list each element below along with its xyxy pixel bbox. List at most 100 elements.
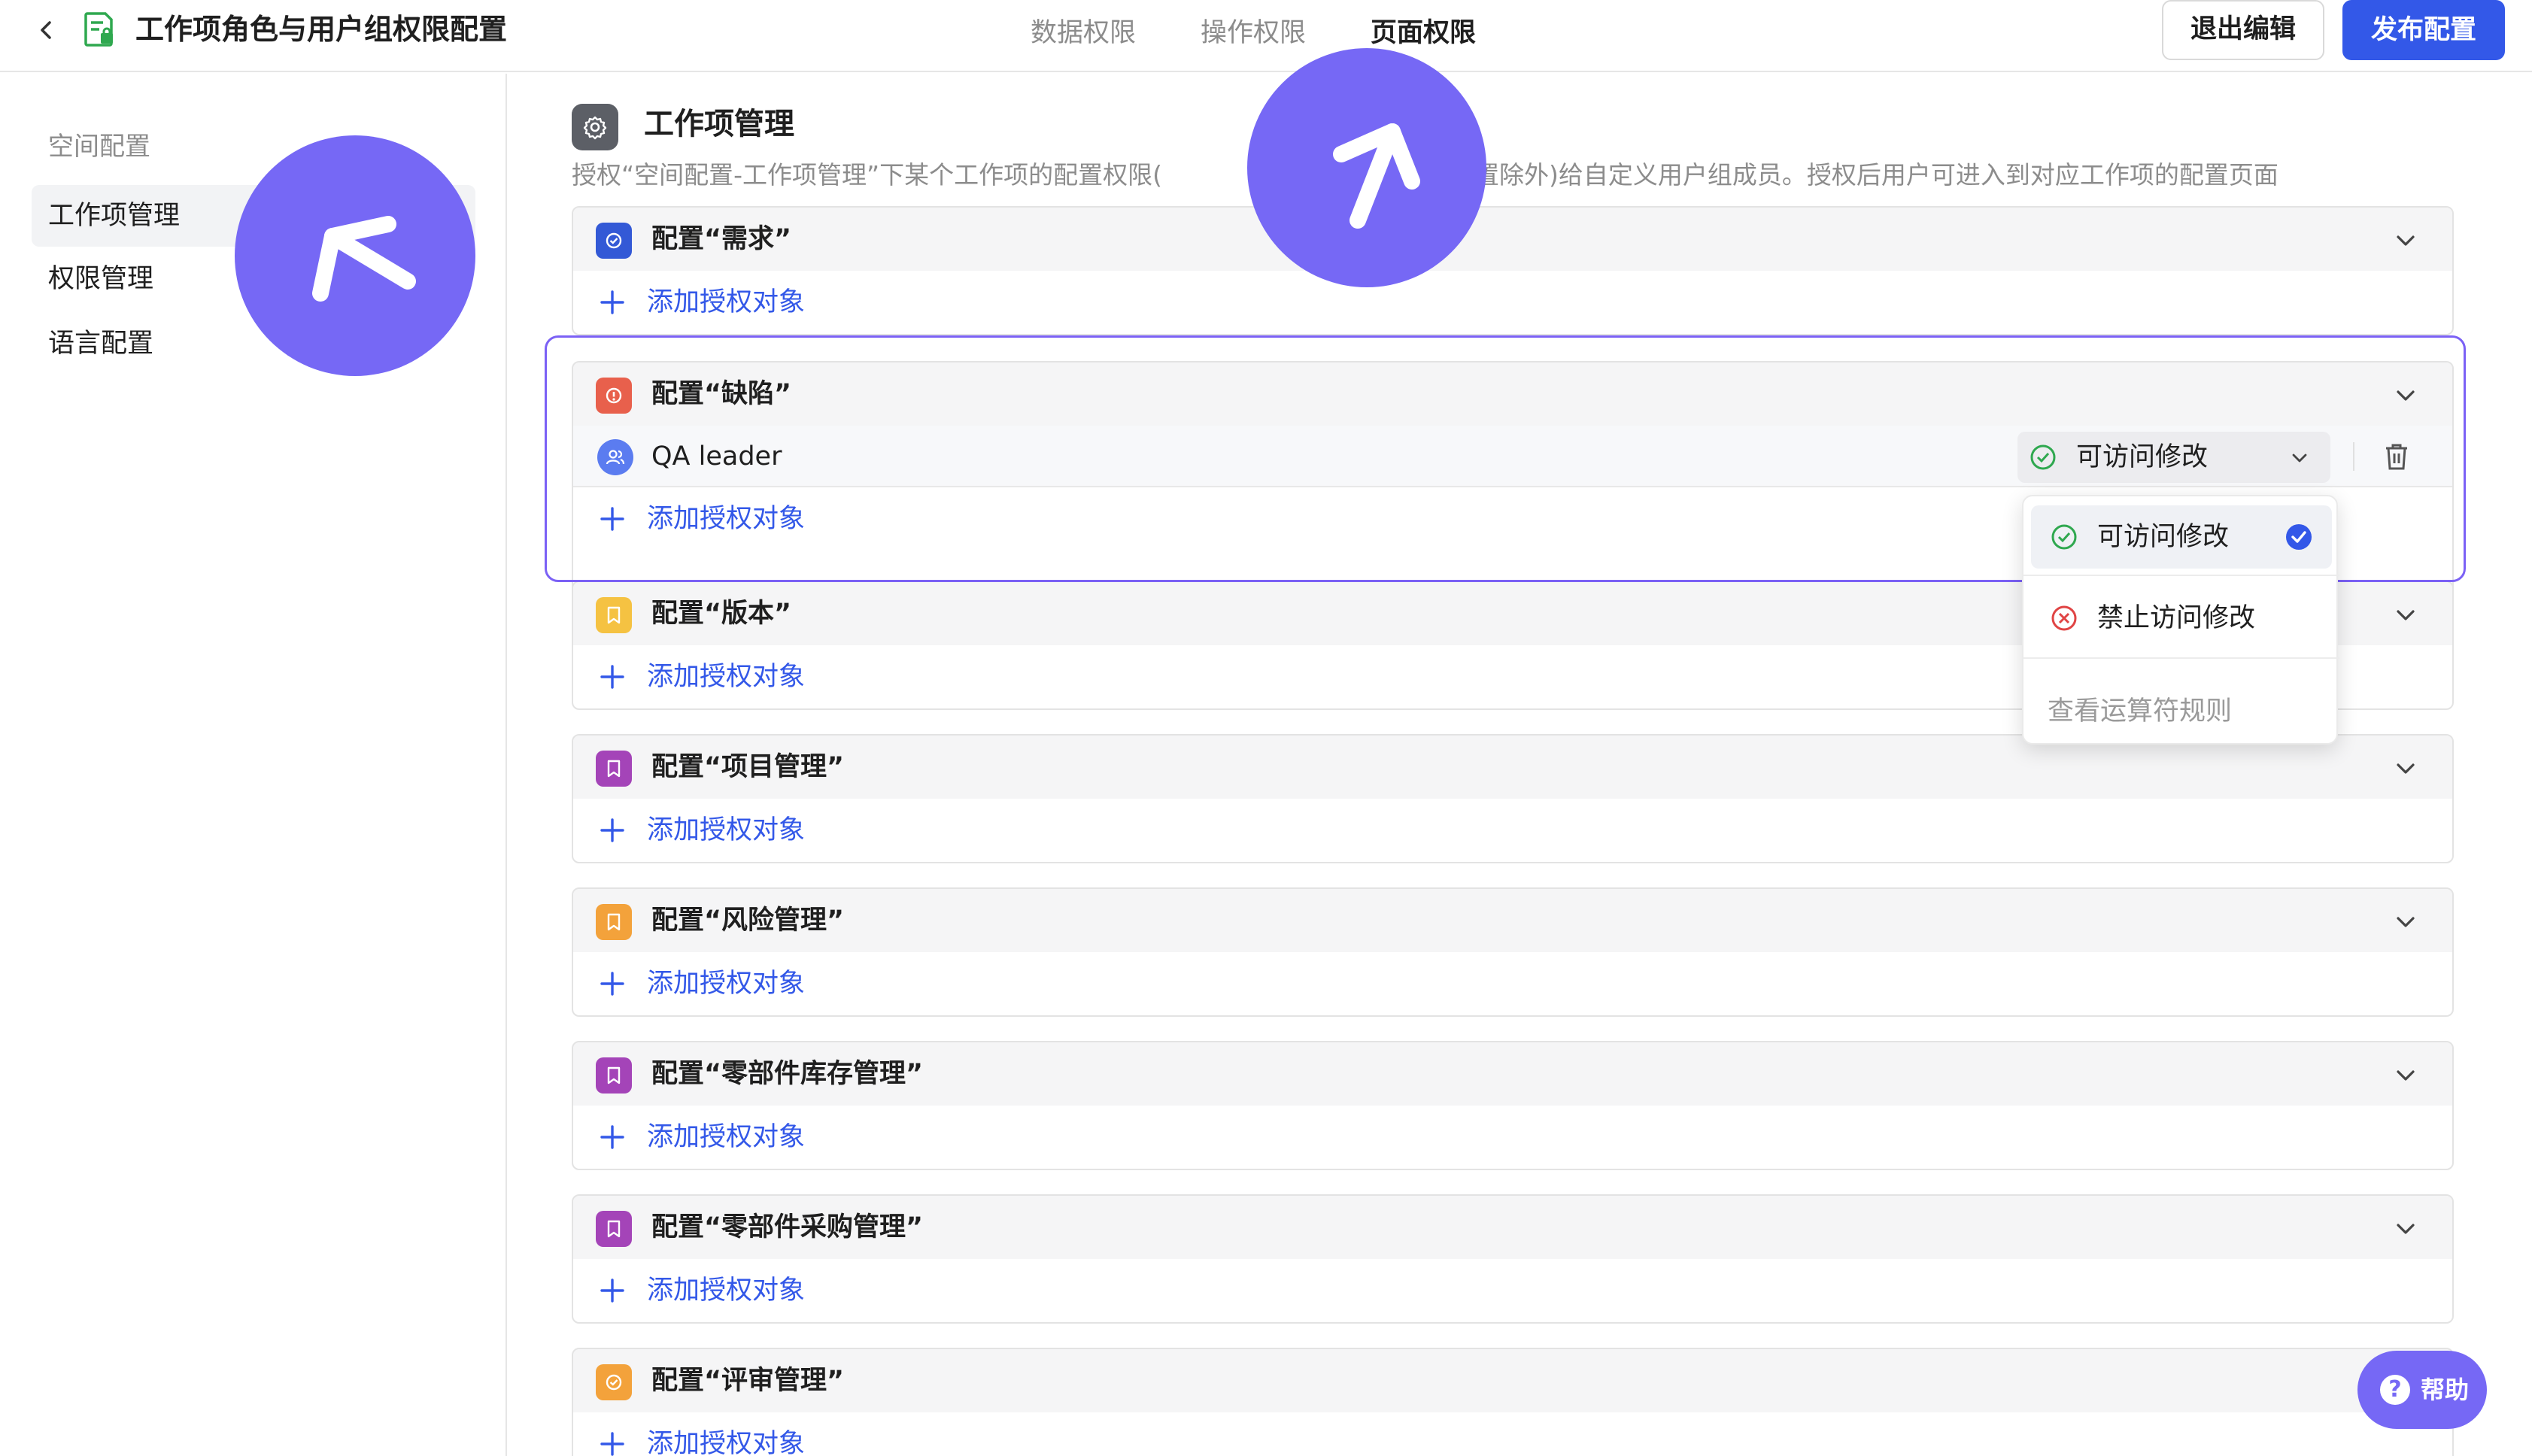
publish-button[interactable]: 发布配置: [2342, 0, 2505, 60]
trash-icon[interactable]: [2382, 441, 2412, 472]
gear-icon: [572, 104, 618, 150]
bookmark-icon: [596, 1211, 632, 1247]
bookmark-icon: [596, 904, 632, 940]
chevron-down-icon[interactable]: [2392, 1215, 2419, 1242]
config-card-review-management: 配置“评审管理” 添加授权对象: [572, 1348, 2454, 1456]
view-operator-rules-link[interactable]: 查看运算符规则: [2048, 680, 2232, 743]
user-group-icon: [597, 439, 633, 475]
permission-select[interactable]: 可访问修改: [2017, 432, 2330, 483]
tab-data-permission[interactable]: 数据权限: [1031, 14, 1136, 59]
chevron-down-icon[interactable]: [2392, 755, 2419, 782]
plus-icon: [600, 1279, 624, 1303]
page-title: 工作项角色与用户组权限配置: [135, 13, 508, 46]
help-label: 帮助: [2421, 1376, 2470, 1404]
tab-operation-permission[interactable]: 操作权限: [1201, 14, 1306, 59]
chevron-down-icon: [2292, 453, 2307, 463]
option-label: 禁止访问修改: [2097, 603, 2256, 633]
card-title: 配置“缺陷”: [651, 379, 792, 409]
add-authorized-object-label: 添加授权对象: [647, 662, 806, 692]
card-title: 配置“版本”: [651, 599, 792, 629]
main-content: 工作项管理 授权“空间配置-工作项管理”下某个工作项的配置权限( 权限配置除外)给…: [509, 74, 2532, 1456]
config-card-parts-procurement: 配置“零部件采购管理” 添加授权对象: [572, 1194, 2454, 1324]
annotation-arrow-up-right: [1247, 48, 1486, 287]
add-authorized-object-label: 添加授权对象: [647, 1122, 806, 1152]
card-title: 配置“风险管理”: [651, 905, 845, 936]
top-header: 工作项角色与用户组权限配置 数据权限 操作权限 页面权限 退出编辑 发布配置: [0, 0, 2532, 72]
plus-icon: [600, 818, 624, 842]
check-circle-icon: [596, 223, 632, 259]
check-circle-icon: [2030, 444, 2056, 470]
card-header[interactable]: 配置“风险管理”: [573, 889, 2452, 952]
question-icon: ?: [2380, 1375, 2410, 1405]
card-title: 配置“项目管理”: [651, 752, 845, 782]
chevron-down-icon[interactable]: [2392, 1062, 2419, 1089]
section-description-head: 授权“空间配置-工作项管理”下某个工作项的配置权限(: [572, 160, 1162, 190]
add-authorized-object-label: 添加授权对象: [647, 969, 806, 999]
divider: [2353, 442, 2354, 471]
option-allow-access-edit[interactable]: 可访问修改: [2031, 505, 2332, 569]
annotation-arrow-up-left: [235, 135, 475, 376]
config-card-risk-management: 配置“风险管理” 添加授权对象: [572, 887, 2454, 1017]
card-header[interactable]: 配置“项目管理”: [573, 736, 2452, 799]
add-authorized-object[interactable]: 添加授权对象: [573, 271, 2452, 334]
option-label: 可访问修改: [2097, 522, 2230, 552]
card-title: 配置“零部件采购管理”: [651, 1212, 924, 1242]
add-authorized-object[interactable]: 添加授权对象: [573, 1106, 2452, 1169]
authorized-member-row: QA leader 可访问修改: [573, 426, 2452, 487]
plus-icon: [600, 665, 624, 689]
menu-divider: [2023, 575, 2339, 576]
check-circle-icon: [2051, 524, 2077, 550]
plus-icon: [600, 507, 624, 531]
plus-icon: [600, 972, 624, 996]
card-header[interactable]: 配置“缺陷”: [573, 362, 2452, 426]
chevron-down-icon[interactable]: [2392, 908, 2419, 936]
document-icon: [84, 12, 113, 47]
card-header[interactable]: 配置“零部件采购管理”: [573, 1196, 2452, 1259]
add-authorized-object-label: 添加授权对象: [647, 1276, 806, 1306]
add-authorized-object-label: 添加授权对象: [647, 504, 806, 534]
add-authorized-object-label: 添加授权对象: [647, 815, 806, 845]
section-title: 工作项管理: [644, 107, 794, 141]
add-authorized-object[interactable]: 添加授权对象: [573, 799, 2452, 862]
card-title: 配置“需求”: [651, 224, 792, 254]
add-authorized-object-label: 添加授权对象: [647, 1429, 806, 1456]
menu-divider: [2023, 657, 2339, 659]
member-name: QA leader: [651, 441, 782, 472]
plus-icon: [600, 1432, 624, 1456]
add-authorized-object[interactable]: 添加授权对象: [573, 952, 2452, 1015]
app-root: 工作项角色与用户组权限配置 数据权限 操作权限 页面权限 退出编辑 发布配置 空…: [0, 0, 2532, 1456]
card-title: 配置“零部件库存管理”: [651, 1059, 924, 1089]
permission-dropdown-menu: 可访问修改 禁止访问修改 查看运算符规则: [2022, 495, 2339, 745]
back-arrow-icon[interactable]: [33, 17, 60, 44]
exit-edit-button[interactable]: 退出编辑: [2162, 0, 2324, 60]
card-header[interactable]: 配置“需求”: [573, 208, 2452, 271]
help-button[interactable]: ? 帮助: [2357, 1351, 2487, 1429]
arrow-up-left-icon: [312, 216, 416, 302]
bookmark-icon: [596, 597, 632, 633]
permission-tabs: 数据权限 操作权限 页面权限: [1031, 14, 1476, 59]
plus-icon: [600, 1125, 624, 1149]
config-card-parts-inventory: 配置“零部件库存管理” 添加授权对象: [572, 1041, 2454, 1170]
add-authorized-object[interactable]: 添加授权对象: [573, 1412, 2452, 1456]
option-deny-access-edit[interactable]: 禁止访问修改: [2031, 587, 2332, 650]
x-circle-icon: [2051, 605, 2077, 631]
card-header[interactable]: 配置“评审管理”: [573, 1349, 2452, 1412]
add-authorized-object[interactable]: 添加授权对象: [573, 1259, 2452, 1322]
permission-select-value: 可访问修改: [2076, 442, 2209, 472]
chevron-down-icon[interactable]: [2392, 382, 2419, 409]
bookmark-icon: [596, 1057, 632, 1094]
config-card-requirement: 配置“需求” 添加授权对象: [572, 206, 2454, 335]
plus-icon: [600, 290, 624, 314]
chevron-down-icon[interactable]: [2392, 602, 2419, 629]
alert-circle-icon: [596, 378, 632, 414]
section-description-tail: 权限配置除外)给自定义用户组成员。授权后用户可进入到对应工作项的配置页面: [1399, 160, 2278, 190]
bookmark-icon: [596, 751, 632, 787]
card-header[interactable]: 配置“零部件库存管理”: [573, 1042, 2452, 1106]
add-authorized-object-label: 添加授权对象: [647, 287, 806, 317]
selected-check-icon: [2286, 524, 2312, 550]
check-circle-icon: [596, 1364, 632, 1400]
arrow-up-right-icon: [1333, 123, 1420, 229]
chevron-down-icon[interactable]: [2392, 227, 2419, 254]
card-title: 配置“评审管理”: [651, 1366, 845, 1396]
config-card-project-management: 配置“项目管理” 添加授权对象: [572, 734, 2454, 863]
